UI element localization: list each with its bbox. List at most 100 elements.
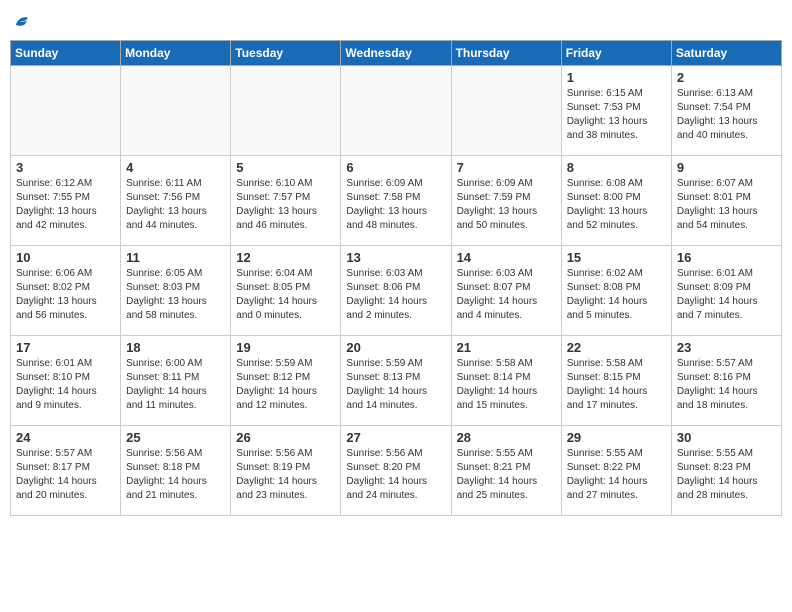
calendar-day-cell: 1 Sunrise: 6:15 AM Sunset: 7:53 PM Daylig… [561, 66, 671, 156]
calendar-day-cell: 22 Sunrise: 5:58 AM Sunset: 8:15 PM Dayli… [561, 336, 671, 426]
calendar-day-cell: 3Sunrise: 6:12 AM Sunset: 7:55 PM Daylig… [11, 156, 121, 246]
day-number: 21 [457, 340, 556, 355]
calendar-day-cell: 11Sunrise: 6:05 AM Sunset: 8:03 PM Dayli… [121, 246, 231, 336]
calendar-day-cell: 6 Sunrise: 6:09 AM Sunset: 7:58 PM Daylig… [341, 156, 451, 246]
calendar-day-cell: 25 Sunrise: 5:56 AM Sunset: 8:18 PM Dayli… [121, 426, 231, 516]
day-number: 18 [126, 340, 225, 355]
day-number: 6 [346, 160, 445, 175]
day-info: Sunrise: 5:56 AM Sunset: 8:20 PM Dayligh… [346, 447, 445, 503]
day-number: 9 [677, 160, 776, 175]
day-number: 1 [567, 70, 666, 85]
calendar-day-cell: 26Sunrise: 5:56 AM Sunset: 8:19 PM Dayli… [231, 426, 341, 516]
day-number: 2 [677, 70, 776, 85]
day-info: Sunrise: 6:03 AM Sunset: 8:07 PM Dayligh… [457, 267, 556, 323]
page-header [10, 10, 782, 32]
day-info: Sunrise: 5:55 AM Sunset: 8:21 PM Dayligh… [457, 447, 556, 503]
weekday-header-thursday: Thursday [451, 41, 561, 66]
calendar-day-cell: 9 Sunrise: 6:07 AM Sunset: 8:01 PM Daylig… [671, 156, 781, 246]
day-number: 20 [346, 340, 445, 355]
day-number: 17 [16, 340, 115, 355]
day-number: 30 [677, 430, 776, 445]
calendar-day-cell: 10 Sunrise: 6:06 AM Sunset: 8:02 PM Dayli… [11, 246, 121, 336]
day-info: Sunrise: 6:01 AM Sunset: 8:10 PM Dayligh… [16, 357, 115, 413]
calendar-week-row: 3Sunrise: 6:12 AM Sunset: 7:55 PM Daylig… [11, 156, 782, 246]
calendar-day-cell: 12 Sunrise: 6:04 AM Sunset: 8:05 PM Dayli… [231, 246, 341, 336]
day-info: Sunrise: 5:56 AM Sunset: 8:18 PM Dayligh… [126, 447, 225, 503]
day-info: Sunrise: 6:01 AM Sunset: 8:09 PM Dayligh… [677, 267, 776, 323]
calendar-header-row: SundayMondayTuesdayWednesdayThursdayFrid… [11, 41, 782, 66]
weekday-header-tuesday: Tuesday [231, 41, 341, 66]
day-number: 19 [236, 340, 335, 355]
logo-bird-icon [12, 10, 34, 32]
calendar-day-cell: 29 Sunrise: 5:55 AM Sunset: 8:22 PM Dayli… [561, 426, 671, 516]
day-number: 27 [346, 430, 445, 445]
day-number: 15 [567, 250, 666, 265]
day-number: 5 [236, 160, 335, 175]
day-number: 23 [677, 340, 776, 355]
day-info: Sunrise: 5:57 AM Sunset: 8:16 PM Dayligh… [677, 357, 776, 413]
calendar-day-cell: 27 Sunrise: 5:56 AM Sunset: 8:20 PM Dayli… [341, 426, 451, 516]
day-number: 24 [16, 430, 115, 445]
day-number: 7 [457, 160, 556, 175]
logo [10, 10, 34, 32]
day-info: Sunrise: 6:11 AM Sunset: 7:56 PM Dayligh… [126, 177, 225, 233]
day-info: Sunrise: 6:02 AM Sunset: 8:08 PM Dayligh… [567, 267, 666, 323]
calendar-day-cell: 8 Sunrise: 6:08 AM Sunset: 8:00 PM Daylig… [561, 156, 671, 246]
calendar-day-cell: 16 Sunrise: 6:01 AM Sunset: 8:09 PM Dayli… [671, 246, 781, 336]
calendar-week-row: 10 Sunrise: 6:06 AM Sunset: 8:02 PM Dayli… [11, 246, 782, 336]
calendar-day-cell: 21 Sunrise: 5:58 AM Sunset: 8:14 PM Dayli… [451, 336, 561, 426]
calendar-day-cell: 19 Sunrise: 5:59 AM Sunset: 8:12 PM Dayli… [231, 336, 341, 426]
day-number: 12 [236, 250, 335, 265]
calendar-day-cell: 20 Sunrise: 5:59 AM Sunset: 8:13 PM Dayli… [341, 336, 451, 426]
day-number: 16 [677, 250, 776, 265]
day-info: Sunrise: 6:00 AM Sunset: 8:11 PM Dayligh… [126, 357, 225, 413]
day-info: Sunrise: 5:58 AM Sunset: 8:14 PM Dayligh… [457, 357, 556, 413]
weekday-header-saturday: Saturday [671, 41, 781, 66]
day-info: Sunrise: 5:55 AM Sunset: 8:22 PM Dayligh… [567, 447, 666, 503]
weekday-header-monday: Monday [121, 41, 231, 66]
day-info: Sunrise: 6:08 AM Sunset: 8:00 PM Dayligh… [567, 177, 666, 233]
calendar-day-cell: 18 Sunrise: 6:00 AM Sunset: 8:11 PM Dayli… [121, 336, 231, 426]
calendar-day-cell [11, 66, 121, 156]
day-number: 3 [16, 160, 115, 175]
calendar-day-cell: 14 Sunrise: 6:03 AM Sunset: 8:07 PM Dayli… [451, 246, 561, 336]
calendar-day-cell [121, 66, 231, 156]
day-info: Sunrise: 6:07 AM Sunset: 8:01 PM Dayligh… [677, 177, 776, 233]
day-number: 4 [126, 160, 225, 175]
day-info: Sunrise: 5:59 AM Sunset: 8:13 PM Dayligh… [346, 357, 445, 413]
day-number: 29 [567, 430, 666, 445]
calendar-day-cell: 5 Sunrise: 6:10 AM Sunset: 7:57 PM Daylig… [231, 156, 341, 246]
day-info: Sunrise: 6:15 AM Sunset: 7:53 PM Dayligh… [567, 87, 666, 143]
calendar-week-row: 24 Sunrise: 5:57 AM Sunset: 8:17 PM Dayli… [11, 426, 782, 516]
calendar-table: SundayMondayTuesdayWednesdayThursdayFrid… [10, 40, 782, 516]
day-number: 10 [16, 250, 115, 265]
calendar-day-cell: 23 Sunrise: 5:57 AM Sunset: 8:16 PM Dayli… [671, 336, 781, 426]
calendar-day-cell: 13 Sunrise: 6:03 AM Sunset: 8:06 PM Dayli… [341, 246, 451, 336]
day-number: 11 [126, 250, 225, 265]
day-info: Sunrise: 6:09 AM Sunset: 7:59 PM Dayligh… [457, 177, 556, 233]
day-info: Sunrise: 6:06 AM Sunset: 8:02 PM Dayligh… [16, 267, 115, 323]
calendar-week-row: 1 Sunrise: 6:15 AM Sunset: 7:53 PM Daylig… [11, 66, 782, 156]
day-info: Sunrise: 6:13 AM Sunset: 7:54 PM Dayligh… [677, 87, 776, 143]
day-number: 25 [126, 430, 225, 445]
day-info: Sunrise: 6:03 AM Sunset: 8:06 PM Dayligh… [346, 267, 445, 323]
day-number: 22 [567, 340, 666, 355]
day-number: 13 [346, 250, 445, 265]
day-number: 8 [567, 160, 666, 175]
day-number: 28 [457, 430, 556, 445]
day-info: Sunrise: 5:57 AM Sunset: 8:17 PM Dayligh… [16, 447, 115, 503]
day-info: Sunrise: 6:10 AM Sunset: 7:57 PM Dayligh… [236, 177, 335, 233]
calendar-day-cell: 17 Sunrise: 6:01 AM Sunset: 8:10 PM Dayli… [11, 336, 121, 426]
calendar-day-cell: 2 Sunrise: 6:13 AM Sunset: 7:54 PM Daylig… [671, 66, 781, 156]
calendar-day-cell: 24 Sunrise: 5:57 AM Sunset: 8:17 PM Dayli… [11, 426, 121, 516]
day-info: Sunrise: 6:04 AM Sunset: 8:05 PM Dayligh… [236, 267, 335, 323]
day-info: Sunrise: 5:56 AM Sunset: 8:19 PM Dayligh… [236, 447, 335, 503]
weekday-header-friday: Friday [561, 41, 671, 66]
calendar-day-cell: 4 Sunrise: 6:11 AM Sunset: 7:56 PM Daylig… [121, 156, 231, 246]
day-info: Sunrise: 6:09 AM Sunset: 7:58 PM Dayligh… [346, 177, 445, 233]
calendar-week-row: 17 Sunrise: 6:01 AM Sunset: 8:10 PM Dayli… [11, 336, 782, 426]
day-info: Sunrise: 5:58 AM Sunset: 8:15 PM Dayligh… [567, 357, 666, 413]
day-number: 14 [457, 250, 556, 265]
calendar-day-cell [341, 66, 451, 156]
day-info: Sunrise: 5:59 AM Sunset: 8:12 PM Dayligh… [236, 357, 335, 413]
